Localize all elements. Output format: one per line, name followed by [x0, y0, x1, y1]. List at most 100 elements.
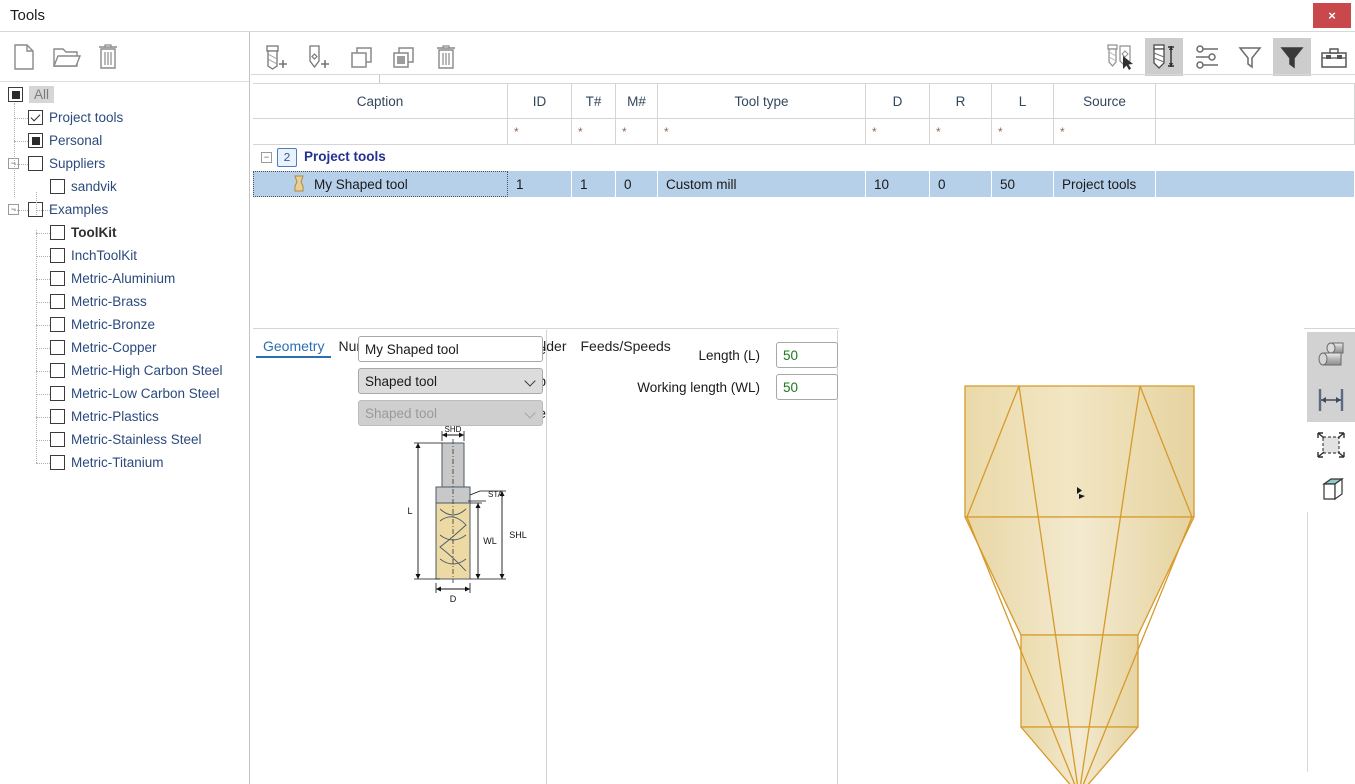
tools-window: Tools × All Project tools Personal − Sup…: [0, 0, 1355, 784]
tree-item-label: Metric-High Carbon Steel: [71, 363, 223, 378]
grid-group-row[interactable]: − 2 Project tools: [253, 145, 1355, 171]
add-tool-button[interactable]: [257, 38, 295, 76]
column-header-d[interactable]: D: [866, 83, 930, 119]
filter-cell-id[interactable]: *: [508, 119, 572, 145]
column-header-l[interactable]: L: [992, 83, 1054, 119]
filter-cell-tnum[interactable]: *: [572, 119, 616, 145]
tree-checkbox[interactable]: [50, 294, 65, 309]
filter-cell-tooltype[interactable]: *: [658, 119, 866, 145]
group-expander[interactable]: −: [261, 152, 272, 163]
box-view-button[interactable]: [1307, 467, 1355, 512]
tree-checkbox[interactable]: [50, 409, 65, 424]
row-cell-l: 50: [992, 171, 1054, 197]
tree-checkbox[interactable]: [50, 363, 65, 378]
shaded-tool-icon: [1318, 342, 1344, 365]
tree-checkbox[interactable]: [28, 110, 43, 125]
trash-icon: [437, 45, 455, 69]
dimensions-view-button[interactable]: [1307, 377, 1355, 422]
open-folder-icon: [52, 48, 81, 67]
filter-filled-icon: [1280, 47, 1304, 69]
filter-cell-blank[interactable]: [1156, 119, 1355, 145]
column-header-tnum[interactable]: T#: [572, 83, 616, 119]
shaded-view-button[interactable]: [1307, 332, 1355, 377]
tree-item-label: Examples: [49, 202, 109, 217]
column-header-r[interactable]: R: [930, 83, 992, 119]
tool-group-select[interactable]: Shaped tool: [358, 368, 543, 394]
tree-connector: [36, 348, 50, 349]
tree-checkbox[interactable]: [50, 386, 65, 401]
filter-outline-icon: [1238, 47, 1262, 69]
tree-item-label: Personal: [49, 133, 103, 148]
tree-connector: [14, 164, 28, 165]
fit-view-button[interactable]: [1307, 422, 1355, 467]
working-length-input[interactable]: 50: [776, 374, 838, 400]
tree-checkbox[interactable]: [28, 133, 43, 148]
filter-cell-l[interactable]: *: [992, 119, 1054, 145]
filter-cell-mnum[interactable]: *: [616, 119, 658, 145]
column-header-blank[interactable]: [1156, 83, 1355, 119]
tool-name-input[interactable]: My Shaped tool: [358, 336, 543, 362]
view-tools: [1307, 332, 1355, 512]
filter-cell-source[interactable]: *: [1054, 119, 1156, 145]
tree-checkbox[interactable]: [50, 317, 65, 332]
column-header-mnum[interactable]: M#: [616, 83, 658, 119]
row-cell-source: Project tools: [1054, 171, 1156, 197]
filter-outline-button[interactable]: [1231, 38, 1269, 76]
filter-active-button[interactable]: [1273, 38, 1311, 76]
tree-connector: [36, 325, 50, 326]
diagram-label-shl: SHL: [509, 530, 527, 540]
tree-checkbox[interactable]: [50, 179, 65, 194]
tree-item-label: Metric-Stainless Steel: [71, 432, 202, 447]
tree-item-all[interactable]: All: [0, 84, 249, 107]
tree-checkbox[interactable]: [8, 87, 23, 102]
table-row[interactable]: My Shaped tool 1 1 0 Custom mill 10 0 50 Project…: [253, 171, 1355, 197]
select-tool-button[interactable]: [1102, 38, 1140, 76]
close-button[interactable]: ×: [1313, 3, 1351, 28]
tree-connector: [36, 230, 37, 463]
tool-3d-preview[interactable]: [839, 297, 1304, 784]
paste-icon: [393, 47, 414, 68]
tree-checkbox[interactable]: [50, 271, 65, 286]
open-library-button[interactable]: [48, 40, 84, 74]
filter-cell-caption[interactable]: [253, 119, 508, 145]
tool-pointer-icon: [1107, 44, 1133, 70]
delete-library-button[interactable]: [90, 40, 126, 74]
tree-checkbox[interactable]: [50, 455, 65, 470]
column-header-caption[interactable]: Caption: [253, 83, 508, 119]
filter-cell-d[interactable]: *: [866, 119, 930, 145]
libraries-panel: All Project tools Personal − Suppliers sandvi…: [0, 32, 250, 784]
filter-cell-r[interactable]: *: [930, 119, 992, 145]
length-label: Length (L): [698, 348, 760, 363]
tool-options-button[interactable]: [1188, 38, 1226, 76]
tool-dimensions-button[interactable]: [1145, 38, 1183, 76]
column-header-id[interactable]: ID: [508, 83, 572, 119]
row-cell-blank: [1156, 171, 1355, 197]
toolbox-button[interactable]: [1315, 38, 1353, 76]
delete-tool-button[interactable]: [427, 38, 465, 76]
column-header-tooltype[interactable]: Tool type: [658, 83, 866, 119]
tree-item-label: Metric-Low Carbon Steel: [71, 386, 220, 401]
toolbar-divider: [0, 81, 249, 82]
checkbox-square-icon: [31, 136, 40, 145]
cube-icon: [1322, 477, 1344, 500]
paste-button[interactable]: [385, 38, 423, 76]
tree-item-label: InchToolKit: [71, 248, 138, 263]
tree-checkbox[interactable]: [50, 432, 65, 447]
add-shaped-tool-button[interactable]: [299, 38, 337, 76]
subtype-select: Shaped tool: [358, 400, 543, 426]
tree-item-personal[interactable]: Personal: [0, 130, 249, 153]
tree-item-project-tools[interactable]: Project tools: [0, 107, 249, 130]
tree-checkbox[interactable]: [50, 248, 65, 263]
tree-checkbox[interactable]: [28, 156, 43, 171]
tree-checkbox[interactable]: [50, 340, 65, 355]
shaped-tool-icon: [292, 175, 306, 193]
new-library-button[interactable]: [6, 40, 42, 74]
length-input[interactable]: 50: [776, 342, 838, 368]
tab-feeds-speeds[interactable]: Feeds/Speeds: [573, 336, 677, 356]
toolbar-bottom-divider: [251, 74, 1355, 75]
tree-item-sandvik[interactable]: sandvik: [0, 176, 249, 199]
column-header-source[interactable]: Source: [1054, 83, 1156, 119]
tree-item-suppliers[interactable]: − Suppliers: [0, 153, 249, 176]
tree-checkbox[interactable]: [50, 225, 65, 240]
copy-button[interactable]: [343, 38, 381, 76]
